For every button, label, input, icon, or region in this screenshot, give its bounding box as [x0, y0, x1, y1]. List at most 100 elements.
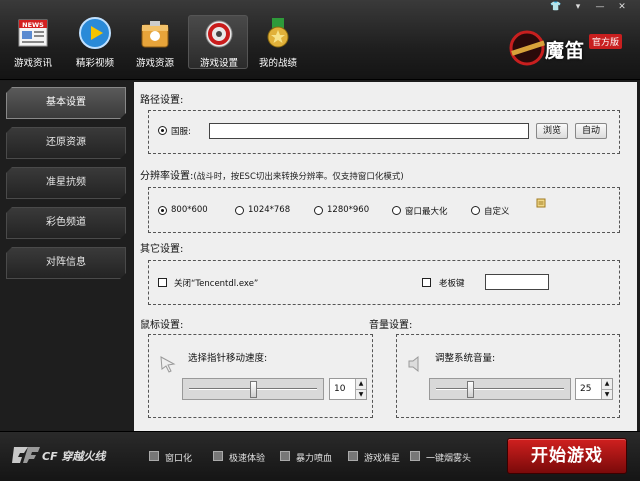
brand-badge: 官方版 — [589, 34, 623, 49]
game-path-input[interactable] — [209, 123, 529, 139]
nav-item-record[interactable]: 我的战绩 — [248, 14, 308, 76]
mouse-speed-spinner[interactable]: 10 ▲ ▼ — [329, 378, 367, 400]
sidebar-item-crosshair[interactable]: 准星抗频 — [6, 167, 126, 199]
volume-settings-box: 调整系统音量: 25 ▲ ▼ — [396, 334, 620, 418]
close-button[interactable]: ✕ — [612, 0, 632, 14]
resolution-radio-1280x960[interactable] — [314, 206, 323, 215]
crossfire-logo: CF 穿越火线 — [12, 441, 122, 471]
sidebar-item-restore-resources[interactable]: 还原资源 — [6, 127, 126, 159]
spinner-up-icon[interactable]: ▲ — [356, 379, 366, 389]
resolution-title: 分辨率设置:(战斗时，按ESC切出来转换分辨率。仅支持窗口化模式) — [140, 167, 404, 182]
resolution-box: 800*600 1024*768 1280*960 窗口最大化 自定义 — [148, 187, 620, 233]
resolution-radio-1024x768[interactable] — [235, 206, 244, 215]
settings-panel: 路径设置: 国服: 浏览 自动 分辨率设置:(战斗时，按ESC切出来转换分辨率。… — [134, 82, 637, 431]
resolution-label-800x600: 800*600 — [171, 205, 208, 215]
skin-icon[interactable]: 👕 — [546, 0, 566, 14]
mouse-speed-slider-thumb[interactable] — [250, 381, 257, 398]
gear-icon — [205, 20, 233, 48]
resolution-title-text: 分辨率设置: — [140, 171, 194, 182]
crossfire-logo-text: CF 穿越火线 — [42, 450, 106, 463]
bottom-bar: CF 穿越火线 窗口化 极速体验 暴力喷血 游戏准星 一键烟雾头 开始游戏 — [0, 431, 640, 481]
resolution-radio-maximized[interactable] — [392, 206, 401, 215]
spinner-down-icon[interactable]: ▼ — [356, 389, 366, 399]
nav-label-resources: 游戏资源 — [135, 58, 174, 69]
sidebar-item-label: 基本设置 — [46, 97, 86, 108]
spinner-buttons: ▲ ▼ — [355, 379, 366, 399]
sidebar-item-color-channel[interactable]: 彩色频道 — [6, 207, 126, 239]
menu-dropdown-icon[interactable]: ▾ — [568, 0, 588, 14]
brand-name: 魔笛 — [545, 40, 586, 62]
close-tencentdl-label: 关闭“Tencentdl.exe” — [174, 279, 259, 289]
nav-label-videos: 精彩视频 — [75, 58, 114, 69]
sidebar-item-match-info[interactable]: 对阵信息 — [6, 247, 126, 279]
app-window: NEWS 游戏资讯 精彩视频 游戏资源 游戏设置 我的战绩 👕 ▾ — ✕ 魔笛… — [0, 0, 640, 481]
nav-item-resources[interactable]: 游戏资源 — [125, 14, 185, 76]
resolution-label-maximized: 窗口最大化 — [405, 207, 448, 217]
nav-label-settings: 游戏设置 — [199, 58, 238, 69]
crosshair-checkbox[interactable] — [348, 451, 358, 461]
resolution-label-1280x960: 1280*960 — [327, 205, 370, 215]
close-tencentdl-checkbox[interactable] — [158, 278, 167, 287]
blood-effect-label: 暴力喷血 — [296, 454, 333, 464]
path-settings-box: 国服: 浏览 自动 — [148, 110, 620, 154]
windowed-checkbox[interactable] — [149, 451, 159, 461]
other-settings-title: 其它设置: — [140, 244, 184, 255]
spinner-down-icon[interactable]: ▼ — [602, 389, 612, 399]
cf-emblem-icon — [12, 447, 40, 463]
nav-item-videos[interactable]: 精彩视频 — [65, 14, 125, 76]
nav-label-record: 我的战绩 — [258, 58, 297, 69]
cursor-icon — [160, 356, 176, 373]
blood-effect-checkbox[interactable] — [280, 451, 290, 461]
sidebar-item-label: 还原资源 — [46, 137, 86, 148]
sidebar-item-label: 对阵信息 — [46, 257, 86, 268]
mouse-speed-value: 10 — [334, 384, 346, 394]
smoke-checkbox[interactable] — [410, 451, 420, 461]
sidebar-item-label: 彩色频道 — [46, 217, 86, 228]
volume-settings-title: 音量设置: — [369, 320, 413, 331]
play-icon — [79, 17, 111, 49]
sidebar-item-label: 准星抗频 — [46, 177, 86, 188]
windowed-label: 窗口化 — [165, 454, 193, 464]
minimize-button[interactable]: — — [590, 0, 610, 14]
notepad-icon[interactable] — [536, 198, 546, 208]
resolution-label-custom: 自定义 — [484, 207, 510, 217]
top-navigation-bar: NEWS 游戏资讯 精彩视频 游戏资源 游戏设置 我的战绩 👕 ▾ — ✕ 魔笛… — [0, 0, 640, 80]
boss-key-checkbox[interactable] — [422, 278, 431, 287]
fast-mode-label: 极速体验 — [229, 454, 266, 464]
sidebar: 基本设置 还原资源 准星抗频 彩色频道 对阵信息 — [0, 81, 133, 431]
resolution-label-1024x768: 1024*768 — [248, 205, 291, 215]
server-radio[interactable] — [158, 126, 167, 135]
nav-label-news: 游戏资讯 — [13, 58, 52, 69]
mouse-speed-slider[interactable] — [182, 378, 324, 400]
boss-key-input[interactable] — [485, 274, 549, 290]
medal-icon — [267, 18, 289, 48]
smoke-label: 一键烟雾头 — [426, 454, 472, 464]
auto-detect-button[interactable]: 自动 — [575, 123, 607, 139]
box-icon — [141, 21, 169, 48]
volume-slider[interactable] — [429, 378, 571, 400]
start-game-button[interactable]: 开始游戏 — [507, 438, 627, 474]
speaker-icon — [408, 355, 419, 373]
flute-logo-icon — [509, 30, 546, 66]
slider-track — [436, 388, 564, 390]
resolution-radio-custom[interactable] — [471, 206, 480, 215]
other-settings-box: 关闭“Tencentdl.exe” 老板键 — [148, 260, 620, 305]
resolution-note: (战斗时，按ESC切出来转换分辨率。仅支持窗口化模式) — [193, 172, 404, 182]
mouse-speed-label: 选择指针移动速度: — [188, 353, 268, 364]
volume-label: 调整系统音量: — [435, 353, 496, 364]
resolution-radio-800x600[interactable] — [158, 206, 167, 215]
volume-slider-thumb[interactable] — [467, 381, 474, 398]
mouse-settings-title: 鼠标设置: — [140, 320, 184, 331]
spinner-up-icon[interactable]: ▲ — [602, 379, 612, 389]
nav-item-news[interactable]: NEWS 游戏资讯 — [3, 14, 63, 76]
news-badge-text: NEWS — [22, 21, 44, 29]
brand-logo: 魔笛 官方版 — [507, 22, 627, 72]
browse-button[interactable]: 浏览 — [536, 123, 568, 139]
fast-mode-checkbox[interactable] — [213, 451, 223, 461]
server-radio-label: 国服: — [171, 127, 191, 137]
boss-key-label: 老板键 — [439, 279, 465, 289]
sidebar-item-basic-settings[interactable]: 基本设置 — [6, 87, 126, 119]
spinner-buttons: ▲ ▼ — [601, 379, 612, 399]
nav-item-settings[interactable]: 游戏设置 — [188, 15, 248, 69]
volume-spinner[interactable]: 25 ▲ ▼ — [575, 378, 613, 400]
